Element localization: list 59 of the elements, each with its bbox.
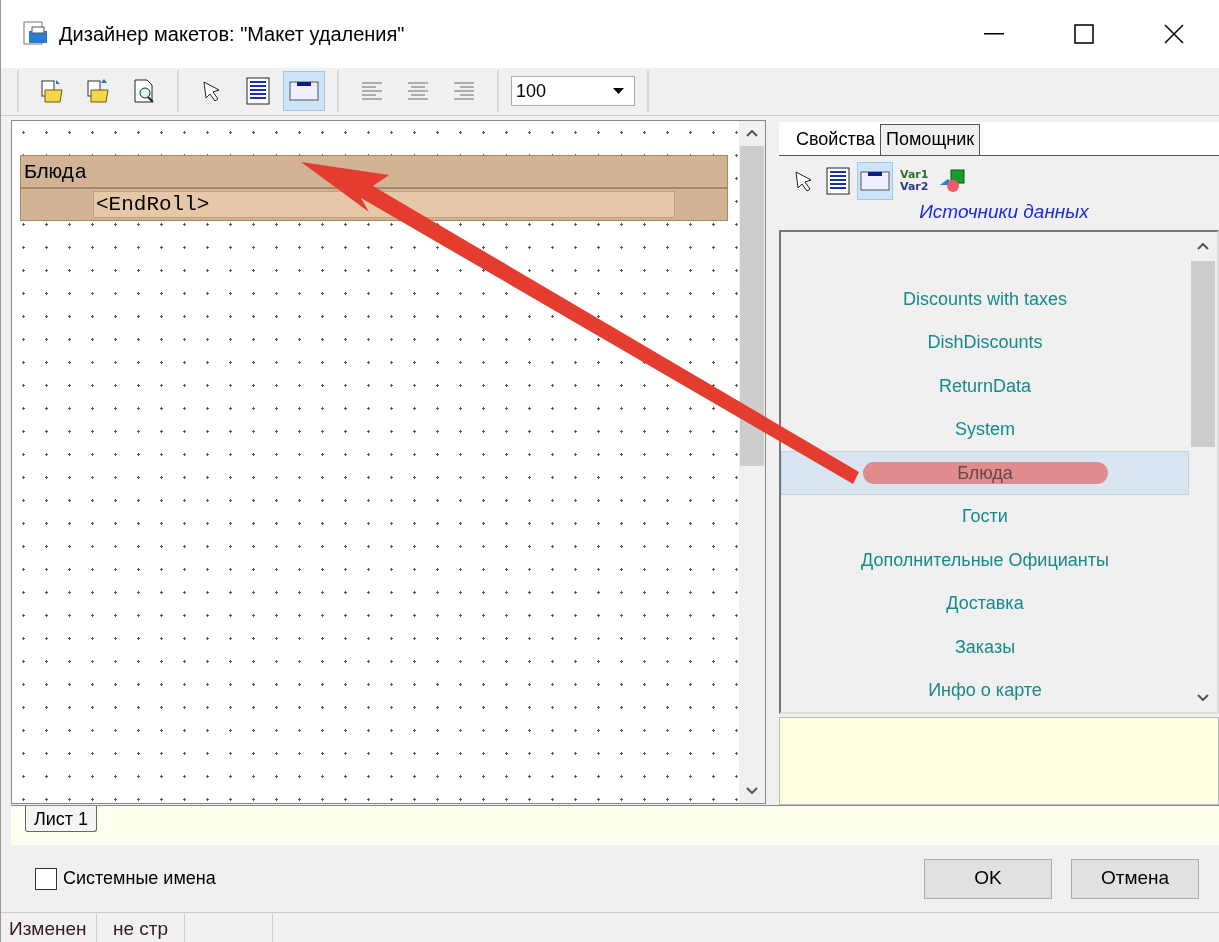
- folder-icon: [85, 78, 111, 105]
- text-block-icon: [246, 77, 270, 106]
- item-label: Доставка: [946, 592, 1024, 616]
- item-label: Дополнительные Официанты: [861, 548, 1109, 572]
- align-right-icon: [453, 81, 475, 102]
- panel-tab[interactable]: Свойства: [791, 123, 881, 155]
- dialog-button[interactable]: Отмена: [1071, 858, 1199, 899]
- variables-icon: Var1 Var2: [900, 168, 929, 193]
- item-label: Гости: [962, 505, 1008, 529]
- panel-tab[interactable]: Помощник: [880, 123, 981, 155]
- highlighted-label: Блюда: [862, 462, 1108, 485]
- maximize-icon: [1074, 24, 1094, 44]
- data-source-item[interactable]: Гости: [781, 494, 1189, 539]
- minimize-icon: [984, 33, 1004, 35]
- item-label: System: [955, 418, 1015, 442]
- data-source-item[interactable]: Discounts with taxes: [781, 277, 1189, 321]
- data-field: <EndRoll>: [93, 190, 675, 218]
- data-source-item[interactable]: Доставка: [781, 581, 1189, 626]
- close-icon: [1164, 24, 1184, 44]
- scroll-down-icon: [1197, 694, 1209, 702]
- vertical-scrollbar[interactable]: [739, 120, 765, 803]
- item-label: Заказы: [954, 635, 1016, 659]
- data-source-item[interactable]: Заказы: [781, 625, 1189, 669]
- item-label: DishDiscounts: [927, 331, 1043, 355]
- data-source-item[interactable]: Инфо о карте: [781, 668, 1189, 713]
- scroll-up-icon: [746, 129, 758, 137]
- panel-heading: Источники данных: [918, 199, 1090, 224]
- scroll-thumb[interactable]: [740, 145, 764, 466]
- align-left-icon: [361, 81, 383, 102]
- scroll-up-icon: [1197, 243, 1209, 251]
- zoom-value: 100: [516, 79, 547, 103]
- data-source-item[interactable]: System: [781, 407, 1189, 452]
- item-label: ReturnData: [938, 374, 1032, 398]
- helper-tool-button[interactable]: [857, 161, 893, 200]
- folder-icon: [39, 78, 65, 105]
- window-title: Дизайнер макетов: "Макет удаления": [59, 22, 405, 47]
- status-panel: Изменен: [1, 914, 97, 942]
- scroll-down-icon: [746, 786, 758, 794]
- item-label: Discounts with taxes: [902, 287, 1068, 311]
- scroll-thumb[interactable]: [1191, 261, 1215, 448]
- data-source-item[interactable]: ReturnData: [781, 364, 1189, 408]
- band-title: Блюда: [24, 159, 87, 186]
- zoom-dropdown[interactable]: 100: [511, 76, 635, 107]
- helper-tool-button[interactable]: Var1 Var2: [897, 161, 932, 200]
- data-source-item[interactable]: Дополнительные Официанты: [781, 538, 1189, 582]
- toolbar-button[interactable]: [283, 71, 325, 112]
- text-block-icon: [826, 166, 850, 195]
- checkbox[interactable]: [35, 867, 57, 890]
- dropdown-caret-icon: [613, 88, 624, 95]
- band-icon: [289, 80, 319, 103]
- data-source-item[interactable]: DishDiscounts: [781, 320, 1189, 365]
- status-panel: не стр: [97, 914, 185, 942]
- data-source-item[interactable]: Блюда: [781, 451, 1189, 495]
- dialog-button[interactable]: OK: [924, 858, 1052, 899]
- item-label: Инфо о карте: [928, 679, 1042, 703]
- checkbox-label: Системные имена: [63, 867, 216, 891]
- sheet-tab[interactable]: Лист 1: [25, 806, 98, 833]
- align-center-icon: [407, 81, 429, 102]
- band-icon: [860, 169, 890, 192]
